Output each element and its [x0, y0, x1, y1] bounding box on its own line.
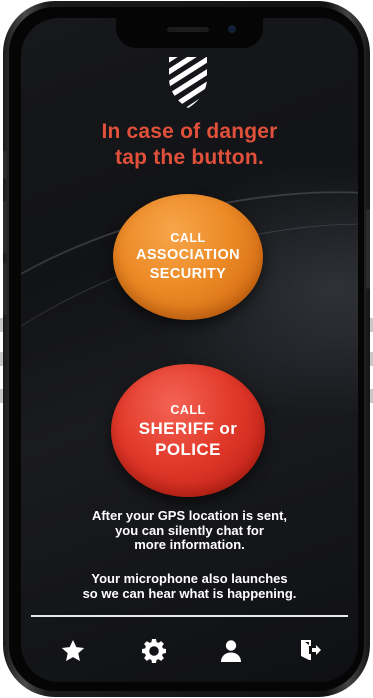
- gps-info-text: After your GPS location is sent, you can…: [21, 508, 358, 553]
- title-line: In case of danger: [101, 120, 278, 143]
- volume-up-button: [3, 201, 7, 253]
- bottom-tab-bar: [21, 630, 358, 674]
- info-line: you can silently chat for: [115, 522, 264, 538]
- info-line: Your microphone also launches: [91, 571, 288, 586]
- button-label: POLICE: [155, 439, 221, 459]
- earpiece-speaker: [167, 27, 209, 32]
- tab-profile[interactable]: [213, 636, 249, 666]
- scene: In case of danger tap the button. CALL A…: [0, 0, 373, 698]
- info-line: more information.: [134, 537, 245, 552]
- button-label: SECURITY: [149, 266, 227, 282]
- shield-logo-icon: [166, 54, 210, 110]
- notch: [116, 18, 263, 48]
- button-label: ASSOCIATION: [135, 247, 241, 263]
- page-title: In case of danger tap the button.: [21, 119, 358, 171]
- tab-favorites[interactable]: [55, 636, 91, 666]
- button-label: CALL: [170, 402, 206, 417]
- volume-down-button: [3, 263, 7, 315]
- button-label: SHERIFF or: [138, 418, 238, 438]
- call-association-security-button[interactable]: CALL ASSOCIATION SECURITY: [113, 194, 263, 320]
- app-screen: In case of danger tap the button. CALL A…: [21, 18, 358, 682]
- title-line: tap the button.: [115, 146, 264, 169]
- microphone-info-text: Your microphone also launches so we can …: [21, 571, 358, 601]
- info-line: After your GPS location is sent,: [91, 508, 288, 523]
- star-icon: [61, 639, 85, 661]
- tab-logout[interactable]: [291, 636, 327, 666]
- front-camera: [228, 25, 236, 33]
- tabbar-divider: [31, 615, 348, 617]
- tab-settings[interactable]: [136, 636, 172, 666]
- mute-switch: [3, 151, 7, 179]
- logout-icon: [301, 640, 321, 660]
- gear-icon: [142, 639, 166, 663]
- button-label: CALL: [170, 231, 206, 245]
- phone-frame: In case of danger tap the button. CALL A…: [3, 1, 370, 697]
- power-button: [366, 209, 370, 289]
- info-line: so we can hear what is happening.: [82, 585, 297, 601]
- call-sheriff-or-police-button[interactable]: CALL SHERIFF or POLICE: [111, 364, 265, 497]
- user-icon: [221, 640, 241, 662]
